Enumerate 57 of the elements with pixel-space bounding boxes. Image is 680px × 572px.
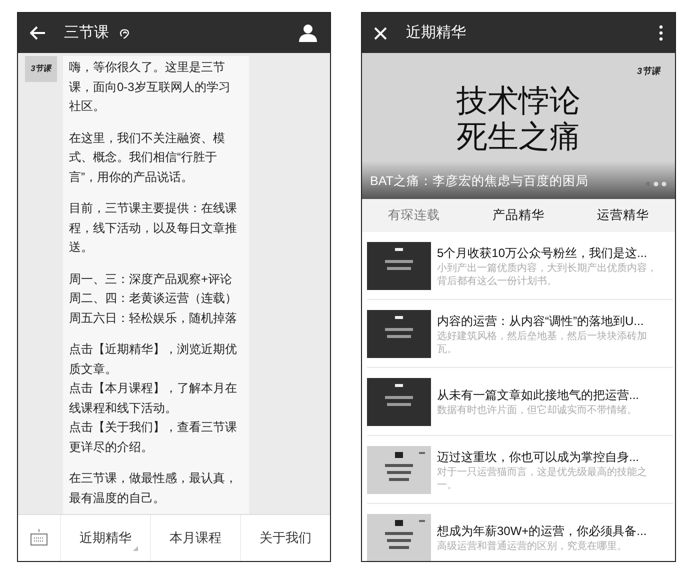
- article-row[interactable]: 从未有一篇文章如此接地气的把运营... 数据有时也许片面，但它却诚实而不带情绪。: [367, 368, 673, 436]
- category-tab[interactable]: 有琛连载: [362, 199, 466, 232]
- article-summary: 对于一只运营猫而言，这是优先级最高的技能之一。: [437, 466, 648, 492]
- banner[interactable]: 3节课 技术悖论 死生之痛 BAT之痛：李彦宏的焦虑与百度的困局: [362, 53, 675, 199]
- close-icon[interactable]: [374, 26, 387, 40]
- article-summary: 高级运营和普通运营的区别，究竟在哪里。: [437, 540, 628, 553]
- message-text: 课，面向0-3岁互联网人的学习: [69, 78, 232, 96]
- avatar-logo: 3节课: [30, 63, 52, 75]
- chat-title: 三节课: [64, 22, 109, 43]
- keyboard-icon: [30, 529, 48, 547]
- banner-caption: BAT之痛：李彦宏的焦虑与百度的困局: [370, 173, 588, 190]
- message-text: 线课程和线下活动。: [69, 400, 178, 416]
- message-text: 周一、三：深度产品观察+评论: [69, 270, 234, 288]
- message-text: 质文章。: [69, 360, 118, 378]
- message-text: 在这里，我们不关注融资、模: [69, 130, 226, 146]
- menu-tab[interactable]: 本月课程: [151, 515, 241, 561]
- message-text: 最有温度的自己。: [69, 490, 166, 506]
- message-text: 目前，三节课主要提供：在线课: [69, 200, 238, 217]
- article-summary: 小到产出一篇优质内容，大到长期产出优质内容，背后都有这么一份计划书。: [437, 262, 658, 288]
- message-text: 程，线下活动，以及每日文章推: [69, 220, 238, 236]
- message-text: 更详尽的介绍。: [69, 438, 154, 456]
- message-text: 社区。: [69, 98, 106, 115]
- article-summary: 选好建筑风格，然后垒地基，然后一块块添砖加瓦。: [437, 330, 648, 356]
- message-text: 点击【近期精华】，浏览近期优: [69, 341, 238, 358]
- back-arrow-icon[interactable]: [30, 26, 46, 40]
- article-title: 迈过这重坎，你也可以成为掌控自身...: [437, 448, 640, 466]
- message-text: 点击【本月课程】，了解本月在: [69, 380, 238, 397]
- person-icon[interactable]: [298, 24, 318, 42]
- article-title: 5个月收获10万公众号粉丝，我们是这...: [437, 244, 648, 262]
- page-title: 近期精华: [406, 22, 466, 43]
- more-icon[interactable]: [659, 25, 663, 41]
- article-row[interactable]: 想成为年薪30W+的运营，你必须具备... 高级运营和普通运营的区别，究竟在哪里。: [367, 504, 673, 561]
- message-text: 式、概念。我们相信“行胜于: [69, 149, 218, 166]
- article-title: 想成为年薪30W+的运营，你必须具备...: [437, 523, 648, 540]
- article-row[interactable]: 5个月收获10万公众号粉丝，我们是这... 小到产出一篇优质内容，大到长期产出优质内容，背后都有这么一份计划书。: [367, 232, 673, 300]
- banner-headline: 技术悖论: [456, 83, 580, 119]
- message-text: 周二、四：老黄谈运营（连载）: [69, 290, 238, 307]
- menu-tab[interactable]: 关于我们: [241, 515, 330, 561]
- banner-logo: 3节课: [636, 65, 660, 78]
- submenu-corner-icon: [133, 546, 138, 551]
- message-text: 在三节课，做最性感，最认真，: [69, 470, 238, 487]
- message-text: 言”，用你的产品说话。: [69, 168, 194, 186]
- message-text: 点击【关于我们】，查看三节课: [69, 419, 238, 436]
- banner-headline: 死生之痛: [456, 119, 580, 155]
- category-tab[interactable]: 运营精华: [570, 199, 675, 232]
- menu-tab[interactable]: 近期精华: [61, 515, 151, 561]
- article-row[interactable]: 迈过这重坎，你也可以成为掌控自身... 对于一只运营猫而言，这是优先级最高的技能之一。: [367, 436, 673, 504]
- article-title: 内容的运营：从内容“调性”的落地到U...: [437, 312, 645, 330]
- message-text: 嗨，等你很久了。这里是三节: [69, 59, 226, 76]
- pager-dots-icon: [645, 181, 667, 187]
- article-summary: 数据有时也许片面，但它却诚实而不带情绪。: [437, 404, 638, 417]
- ear-icon: [119, 28, 130, 38]
- message-text: 送。: [69, 239, 94, 256]
- category-tab[interactable]: 产品精华: [466, 199, 571, 232]
- message-text: 周五六日：轻松娱乐，随机掉落: [69, 310, 238, 326]
- article-row[interactable]: 内容的运营：从内容“调性”的落地到U... 选好建筑风格，然后垒地基，然后一块块添砖加瓦。: [367, 300, 673, 368]
- article-title: 从未有一篇文章如此接地气的把运营...: [437, 387, 640, 404]
